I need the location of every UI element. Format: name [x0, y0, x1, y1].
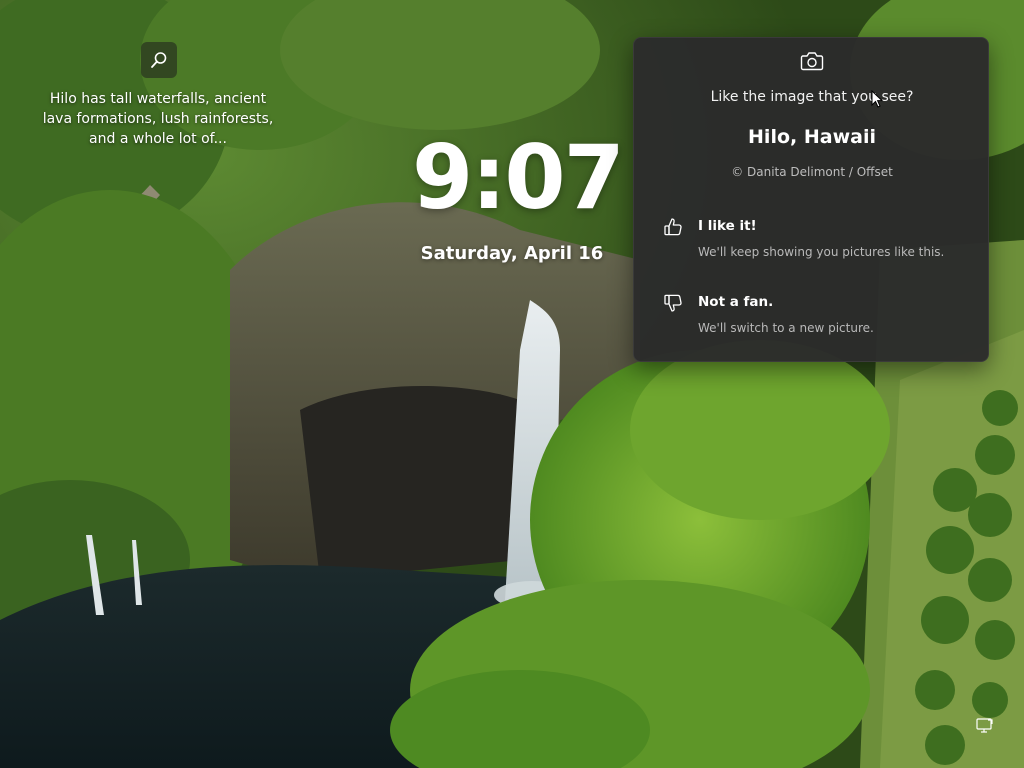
- dislike-option-title: Not a fan.: [698, 294, 774, 310]
- like-option[interactable]: I like it! We'll keep showing you pictur…: [650, 214, 974, 276]
- image-credit: © Danita Delimont / Offset: [731, 165, 893, 179]
- like-option-title: I like it!: [698, 218, 757, 234]
- thumbs-up-icon: [664, 218, 682, 236]
- mouse-cursor-icon: [871, 90, 883, 108]
- camera-icon: [800, 52, 824, 71]
- dislike-option-subtitle: We'll switch to a new picture.: [698, 321, 874, 335]
- search-icon: [151, 52, 167, 68]
- image-description[interactable]: Hilo has tall waterfalls, ancient lava f…: [38, 89, 278, 149]
- dislike-option[interactable]: Not a fan. We'll switch to a new picture…: [650, 290, 974, 352]
- lock-screen-time: 9:07: [412, 126, 625, 229]
- search-button[interactable]: [141, 42, 177, 78]
- feedback-prompt: Like the image that you see?: [710, 89, 914, 105]
- thumbs-down-icon: [664, 294, 682, 312]
- network-icon[interactable]: [976, 718, 994, 734]
- spotlight-flyout: Like the image that you see? Hilo, Hawai…: [633, 37, 989, 362]
- image-location: Hilo, Hawaii: [748, 126, 876, 148]
- lock-screen-date: Saturday, April 16: [420, 243, 604, 264]
- like-option-subtitle: We'll keep showing you pictures like thi…: [698, 245, 945, 259]
